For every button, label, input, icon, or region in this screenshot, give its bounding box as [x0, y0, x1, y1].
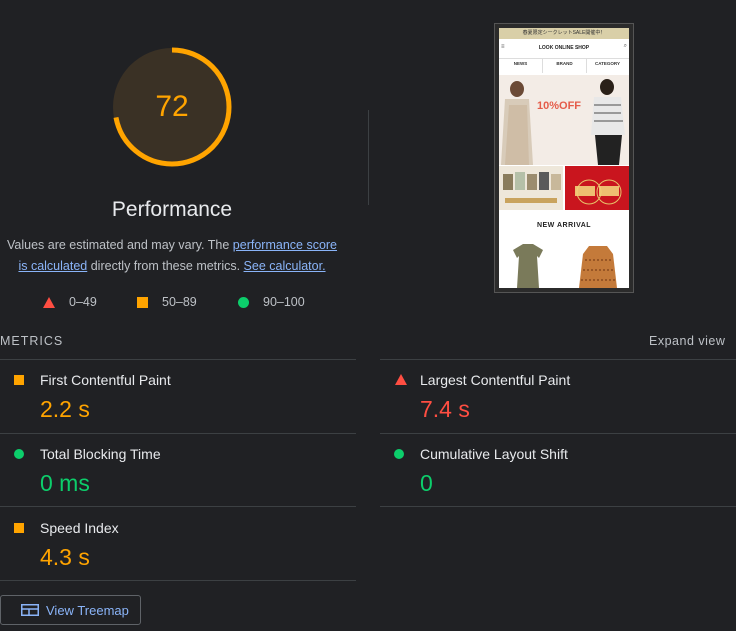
view-treemap-button[interactable]: View Treemap: [0, 595, 141, 625]
divider: [380, 433, 736, 434]
square-icon: [14, 375, 24, 385]
score-description: Values are estimated and may vary. The p…: [0, 235, 344, 277]
divider: [0, 433, 356, 434]
gauge-title: Performance: [111, 198, 233, 221]
shop-logo: LOOK ONLINE SHOP: [538, 45, 590, 51]
performance-score: 72: [155, 90, 189, 123]
square-icon: [14, 523, 24, 533]
metric-value-si: 4.3 s: [40, 544, 90, 570]
triangle-icon: [43, 296, 55, 308]
description-middle: directly from these metrics.: [87, 259, 244, 273]
shop-banner: 春夏限定シークレットSALE開催中！: [499, 28, 629, 39]
search-icon: ⌕: [623, 43, 627, 49]
metric-value-lcp: 7.4 s: [420, 396, 470, 422]
metrics-title: METRICS: [0, 334, 64, 348]
metric-label-fcp: First Contentful Paint: [40, 372, 171, 388]
promo-banner-2: [565, 166, 629, 210]
shop-nav-category: CATEGORY: [594, 61, 620, 66]
divider: [0, 506, 356, 507]
see-calculator-link[interactable]: See calculator.: [244, 259, 326, 273]
legend-fail: 0–49: [43, 295, 97, 309]
description-text: Values are estimated and may vary. The: [6, 238, 233, 252]
shop-nav-news: NEWS: [513, 61, 528, 66]
divider: [368, 110, 369, 205]
metric-label-cls: Cumulative Layout Shift: [420, 446, 568, 462]
metric-value-cls: 0: [420, 470, 433, 496]
view-treemap-label: View Treemap: [46, 602, 129, 618]
product-image: [575, 240, 621, 288]
divider: [0, 580, 356, 581]
hero-models-image: [501, 79, 625, 165]
legend-label: 90–100: [263, 295, 305, 309]
metric-value-fcp: 2.2 s: [40, 396, 90, 422]
square-icon: [137, 296, 148, 308]
legend-pass: 90–100: [238, 295, 305, 309]
expand-view-toggle[interactable]: Expand view: [649, 334, 725, 348]
metric-value-tbt: 0 ms: [40, 470, 90, 496]
hero-offer: 10%OFF: [537, 100, 582, 112]
circle-icon: [238, 296, 249, 308]
shop-nav-brand: BRAND: [542, 59, 587, 73]
circle-icon: [14, 449, 24, 459]
hero-image: [499, 75, 629, 165]
metric-label-lcp: Largest Contentful Paint: [420, 372, 571, 388]
legend-label: 0–49: [69, 295, 97, 309]
new-arrival-heading: NEW ARRIVAL: [536, 222, 592, 229]
triangle-icon: [395, 374, 407, 385]
divider: [380, 359, 736, 360]
legend-label: 50–89: [162, 295, 197, 309]
product-image: [505, 240, 551, 288]
promo-banner-1: [499, 166, 563, 210]
menu-icon: ≡: [501, 44, 505, 50]
divider: [0, 359, 356, 360]
treemap-icon: [21, 604, 39, 616]
divider: [380, 506, 736, 507]
legend-average: 50–89: [137, 295, 197, 309]
screenshot-content: 春夏限定シークレットSALE開催中！ LOOK ONLINE SHOP ≡ ⌕ …: [499, 28, 629, 288]
metric-label-tbt: Total Blocking Time: [40, 446, 161, 462]
page-screenshot[interactable]: 春夏限定シークレットSALE開催中！ LOOK ONLINE SHOP ≡ ⌕ …: [494, 23, 634, 293]
is-calculated-link[interactable]: is calculated: [18, 259, 87, 273]
metric-label-si: Speed Index: [40, 520, 119, 536]
performance-score-link[interactable]: performance score: [233, 238, 337, 252]
circle-icon: [394, 449, 404, 459]
